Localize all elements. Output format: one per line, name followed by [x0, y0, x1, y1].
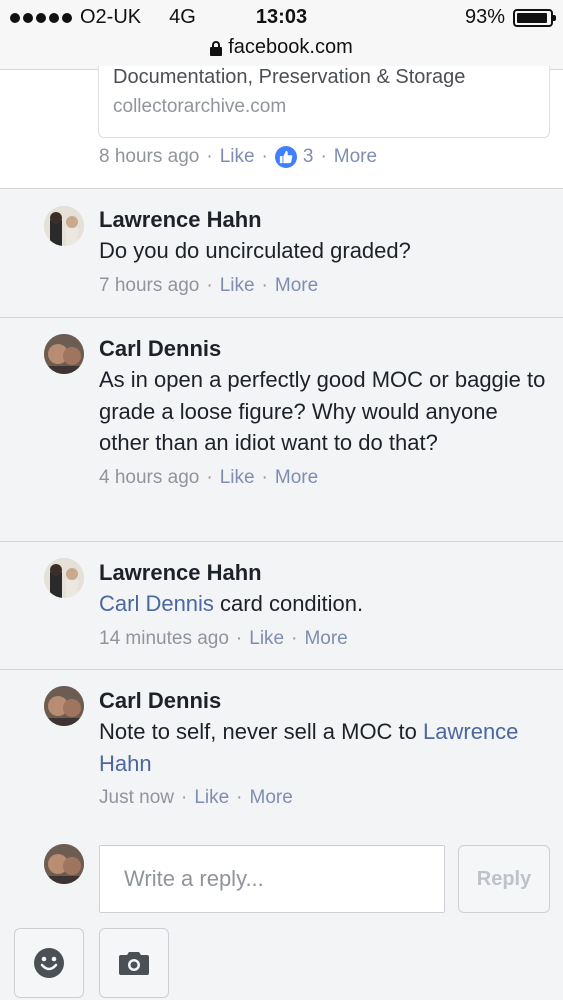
comment-time: 7 hours ago: [99, 274, 200, 296]
avatar[interactable]: [44, 334, 84, 374]
status-bar: O2-UK 4G 13:03 93% facebook.com: [0, 0, 563, 70]
smiley-icon: [34, 948, 64, 978]
more-link[interactable]: More: [275, 467, 318, 489]
reply-comment: Carl Dennis Note to self, never sell a M…: [0, 671, 563, 831]
lock-icon: [210, 40, 223, 56]
camera-button[interactable]: [99, 928, 169, 998]
reply-button[interactable]: Reply: [458, 845, 550, 913]
comment-time: Just now: [99, 787, 174, 808]
battery-icon: [513, 8, 556, 27]
comment-text: Carl Dennis card condition.: [99, 588, 549, 620]
like-link[interactable]: Like: [194, 787, 229, 809]
reply-input[interactable]: Write a reply...: [99, 845, 445, 913]
url-text: facebook.com: [228, 36, 353, 58]
comment-text: As in open a perfectly good MOC or baggi…: [99, 367, 546, 455]
reply-composer: Write a reply... Reply: [0, 830, 563, 1000]
comment-author[interactable]: Lawrence Hahn: [99, 205, 549, 235]
comment-meta: 14 minutes ago · Like · More: [99, 627, 348, 650]
comment-time: 14 minutes ago: [99, 627, 229, 649]
avatar[interactable]: [44, 206, 84, 246]
comment-meta: 4 hours ago · Like · More: [99, 466, 319, 489]
comment-text-body: card condition.: [213, 591, 364, 616]
like-link[interactable]: Like: [220, 467, 255, 489]
reply-comment: Carl Dennis As in open a perfectly good …: [0, 319, 563, 542]
like-link[interactable]: Like: [220, 146, 255, 168]
more-link[interactable]: More: [275, 275, 318, 297]
more-link[interactable]: More: [334, 146, 377, 168]
comment-author[interactable]: Carl Dennis: [99, 334, 549, 364]
comment-time: 4 hours ago: [99, 466, 200, 488]
like-count[interactable]: 3: [303, 146, 314, 168]
thumbs-up-icon[interactable]: [274, 146, 297, 168]
emoji-button[interactable]: [14, 928, 84, 998]
reply-comment: Lawrence Hahn Carl Dennis card condition…: [0, 543, 563, 670]
avatar: [44, 844, 84, 884]
comment-time: 8 hours ago: [99, 146, 200, 167]
like-link[interactable]: Like: [220, 275, 255, 297]
comment-author[interactable]: Lawrence Hahn: [99, 558, 549, 588]
link-preview-domain: collectorarchive.com: [113, 96, 287, 117]
comment-text: Do you do uncirculated graded?: [99, 238, 411, 263]
mention-link[interactable]: Carl Dennis: [99, 591, 214, 616]
parent-comment: Documentation, Preservation & Storage co…: [0, 66, 563, 189]
comment-meta: Just now · Like · More: [99, 787, 293, 809]
more-link[interactable]: More: [250, 787, 293, 809]
address-bar[interactable]: facebook.com: [0, 36, 563, 59]
like-link[interactable]: Like: [249, 628, 284, 650]
battery-percent: 93%: [464, 6, 505, 28]
comment-meta: 7 hours ago · Like · More: [99, 274, 319, 297]
comment-author[interactable]: Carl Dennis: [99, 686, 549, 716]
avatar[interactable]: [44, 686, 84, 726]
link-preview-card[interactable]: Documentation, Preservation & Storage co…: [98, 66, 550, 138]
link-preview-title: Documentation, Preservation & Storage: [113, 66, 466, 88]
avatar[interactable]: [44, 558, 84, 598]
camera-icon: [119, 952, 149, 975]
comment-meta: 8 hours ago · Like · 3 · More: [99, 146, 378, 168]
reply-comment: Lawrence Hahn Do you do uncirculated gra…: [0, 190, 563, 318]
more-link[interactable]: More: [304, 628, 347, 650]
comment-text: Note to self, never sell a MOC to Lawren…: [99, 716, 549, 779]
comment-text-body: Note to self, never sell a MOC to: [99, 719, 424, 744]
